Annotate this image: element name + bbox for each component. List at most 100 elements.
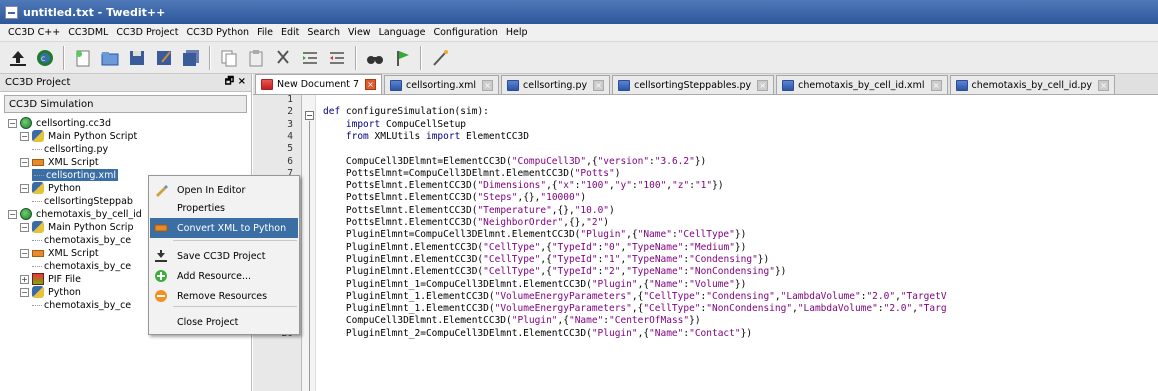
app-window: untitled.txt - Twedit++ CC3D C++ CC3DML CC… (0, 0, 1158, 391)
editor-tab[interactable]: chemotaxis_by_cell_id.py × (949, 75, 1116, 94)
editor-tab[interactable]: chemotaxis_by_cell_id.xml × (776, 75, 948, 94)
tree-item-label: Python (48, 286, 81, 298)
open-editor-icon (154, 183, 168, 197)
tree-item[interactable]: − Main Python Script (20, 130, 137, 142)
new-file-icon[interactable] (71, 46, 95, 70)
menu-item-view[interactable]: View (344, 27, 375, 38)
line-number: 2 (287, 106, 293, 118)
code-editor[interactable]: 1234567891011121314151617181920 − def co… (253, 95, 1158, 391)
upload-icon[interactable] (6, 46, 30, 70)
tree-expander-icon[interactable]: − (20, 287, 29, 297)
save-icon[interactable] (125, 46, 149, 70)
menu-item-cc3d-python[interactable]: CC3D Python (182, 27, 253, 38)
tree-expander-icon[interactable]: − (20, 248, 29, 258)
editor-tab[interactable]: New Document 7 × (255, 74, 383, 94)
simulation-tab[interactable]: CC3D Simulation (4, 95, 247, 113)
tree-item[interactable]: cellsorting.py (32, 143, 108, 155)
tree-item-label: chemotaxis_by_ce (44, 299, 132, 311)
document-icon (390, 79, 403, 91)
tab-close-icon[interactable]: × (482, 79, 493, 91)
code-line: PluginElmnt_1.ElementCC3D("VolumeEnergyP… (323, 290, 947, 302)
tree-expander-icon[interactable]: − (20, 157, 29, 167)
tree-item[interactable]: − XML Script (20, 156, 99, 168)
context-menu-close-project[interactable]: Close Project (150, 312, 298, 332)
editor-tab-label: chemotaxis_by_cell_id.py (971, 79, 1093, 91)
context-menu-properties[interactable]: Properties (150, 198, 298, 218)
save-all-icon[interactable] (179, 46, 203, 70)
editor-tab[interactable]: cellsorting.py × (501, 75, 611, 94)
flag-icon[interactable] (390, 46, 414, 70)
tab-close-icon[interactable]: × (365, 79, 377, 90)
editor-tab-label: chemotaxis_by_cell_id.xml (798, 79, 925, 91)
context-menu-save-cc3d-project[interactable]: Save CC3D Project (150, 246, 298, 266)
menu-bar: CC3D C++ CC3DML CC3D Project CC3D Python Fil… (0, 24, 1158, 42)
context-menu-convert-xml-to-python[interactable]: Convert XML to Python (150, 218, 298, 238)
editor-tab[interactable]: cellsorting.xml × (384, 75, 499, 94)
menu-item-configuration[interactable]: Configuration (429, 27, 501, 38)
tree-item[interactable]: − chemotaxis_by_cell_id (8, 208, 142, 220)
menu-separator (173, 240, 297, 241)
tree-item[interactable]: chemotaxis_by_ce (32, 260, 131, 272)
tree-item[interactable]: cellsortingSteppab (32, 195, 133, 207)
tab-close-icon[interactable]: × (593, 79, 605, 91)
line-number: 6 (287, 155, 293, 167)
app-icon (5, 5, 18, 19)
tab-close-icon[interactable]: × (930, 79, 942, 91)
tree-item-label: Python (48, 182, 81, 194)
tree-item[interactable]: − XML Script (20, 247, 99, 259)
tab-close-icon[interactable]: × (1098, 79, 1110, 91)
code-line: PluginElmnt.ElementCC3D("CellType",{"Typ… (323, 253, 770, 265)
tree-item[interactable]: chemotaxis_by_ce (32, 299, 131, 311)
toolbar-separator (355, 45, 357, 70)
document-icon (507, 79, 519, 91)
editor-tab[interactable]: cellsortingSteppables.py × (612, 75, 775, 94)
cc3d-logo-icon[interactable]: C (33, 46, 57, 70)
tree-expander-icon[interactable]: − (20, 183, 29, 193)
copy-icon[interactable] (217, 46, 241, 70)
unindent-icon[interactable] (325, 46, 349, 70)
menu-item-edit[interactable]: Edit (277, 27, 303, 38)
menu-item-search[interactable]: Search (303, 27, 344, 38)
editor-tab-label: New Document 7 (277, 79, 360, 90)
menu-item-file[interactable]: File (253, 27, 277, 38)
menu-item-cc3d-c-[interactable]: CC3D C++ (4, 27, 64, 38)
fold-toggle-icon[interactable]: − (305, 111, 314, 120)
cut-icon[interactable] (271, 46, 295, 70)
tab-close-icon[interactable]: × (757, 79, 769, 91)
panel-float-close-icon[interactable]: 🗗 × (225, 74, 246, 91)
menu-item-cc3d-project[interactable]: CC3D Project (112, 27, 182, 38)
tree-item-label: cellsortingSteppab (44, 195, 133, 207)
tree-expander-icon[interactable]: − (8, 209, 17, 219)
indent-icon[interactable] (298, 46, 322, 70)
paste-icon[interactable] (244, 46, 268, 70)
tree-expander-icon[interactable]: + (20, 274, 29, 284)
tree-item[interactable]: − Python (20, 286, 81, 298)
tree-item[interactable]: + PIF File (20, 273, 81, 285)
menu-item-help[interactable]: Help (502, 27, 532, 38)
save-as-icon[interactable] (152, 46, 176, 70)
find-icon[interactable] (363, 46, 387, 70)
context-menu-open-in-editor[interactable]: Open In Editor (150, 180, 298, 200)
context-menu-label: Convert XML to Python (177, 222, 287, 234)
context-menu-remove-resources[interactable]: Remove Resources (150, 286, 298, 306)
tree-item-label: PIF File (48, 273, 81, 285)
tree-item[interactable]: chemotaxis_by_ce (32, 234, 131, 246)
tree-item[interactable]: cellsorting.xml (32, 169, 118, 181)
fold-line (309, 121, 310, 391)
context-menu-add-resource[interactable]: Add Resource... (150, 266, 298, 286)
tree-item[interactable]: − Main Python Scrip (20, 221, 133, 233)
python-icon (32, 182, 44, 194)
tree-item[interactable]: − cellsorting.cc3d (8, 117, 111, 129)
tree-connector (32, 304, 42, 306)
tree-item[interactable]: − Python (20, 182, 81, 194)
menu-item-cc3dml[interactable]: CC3DML (64, 27, 112, 38)
code-line: PluginElmnt.ElementCC3D("CellType",{"Typ… (323, 266, 787, 278)
menu-item-language[interactable]: Language (375, 27, 430, 38)
tree-expander-icon[interactable]: − (20, 222, 29, 232)
tree-expander-icon[interactable]: − (20, 131, 29, 141)
code-line: PluginElmnt_1=CompuCell3DElmnt.ElementCC… (323, 278, 747, 290)
open-icon[interactable] (98, 46, 122, 70)
tree-expander-icon[interactable]: − (8, 118, 17, 128)
wand-icon[interactable] (428, 46, 452, 70)
code-line: CompuCell3DElmnt=ElementCC3D("CompuCell3… (323, 155, 707, 167)
